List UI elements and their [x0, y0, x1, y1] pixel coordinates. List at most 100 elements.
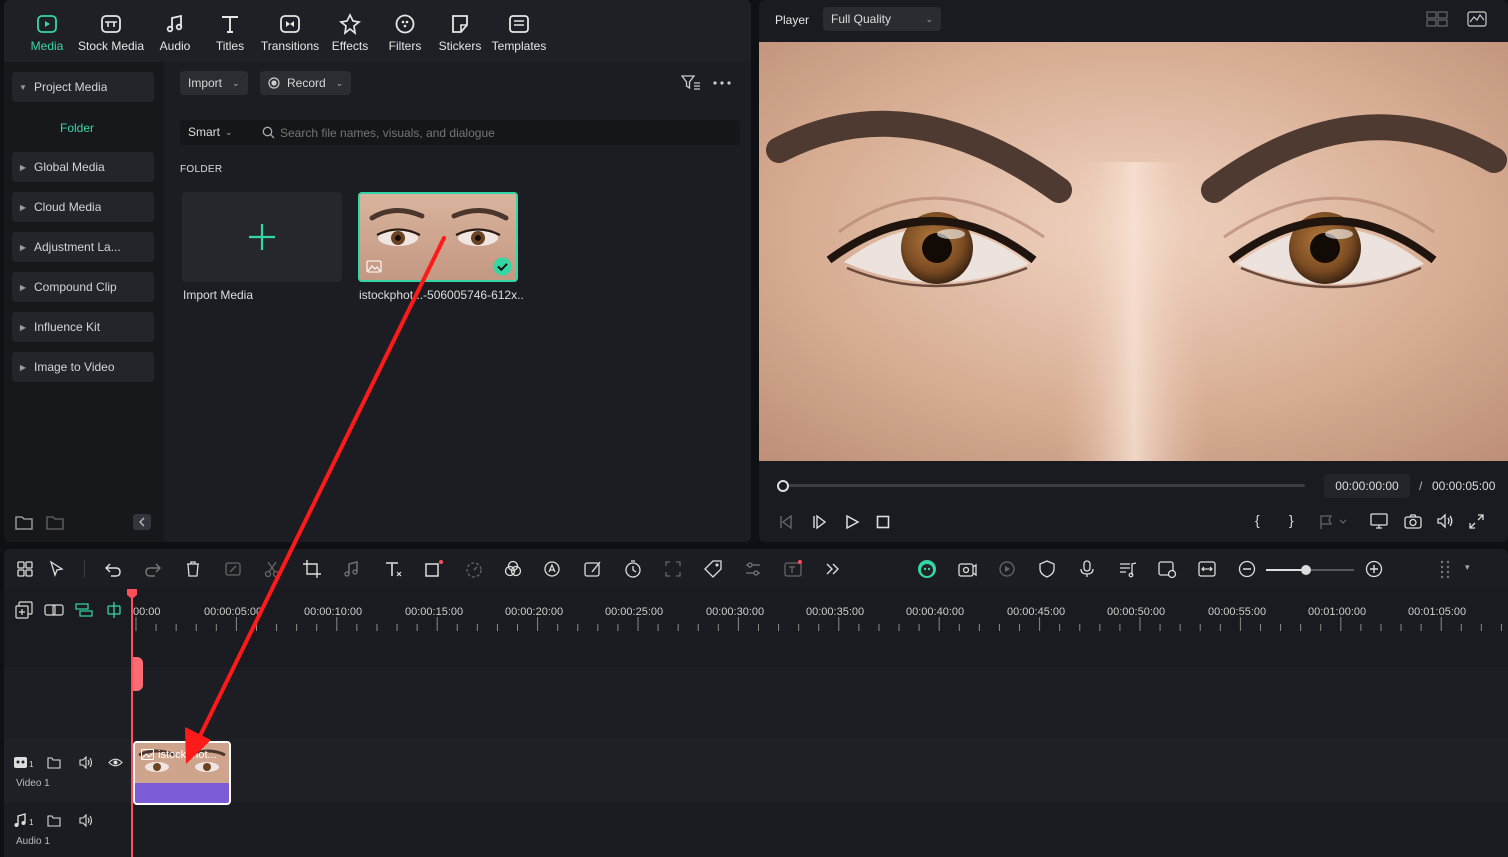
video-track-icon: 1 — [14, 757, 34, 769]
filters-icon — [395, 14, 415, 34]
caret-right-icon: ▶ — [19, 162, 27, 172]
sidebar-item-folder[interactable]: Folder — [60, 121, 94, 135]
ruler-label: 00:00:15:00 — [405, 606, 464, 618]
audio-track-name: Audio 1 — [16, 836, 50, 847]
sidebar-item-label: Compound Clip — [34, 280, 117, 294]
caret-right-icon: ▶ — [19, 322, 27, 332]
playback-scrubber[interactable] — [783, 484, 1305, 487]
playhead-drag-handle[interactable] — [133, 657, 143, 691]
playhead-line[interactable] — [131, 593, 133, 857]
tab-media[interactable]: Media — [12, 12, 82, 53]
next-frame-icon[interactable] — [811, 514, 827, 530]
record-label: Record — [287, 76, 326, 90]
import-media-label: Import Media — [183, 288, 254, 302]
track-volume-icon[interactable] — [79, 814, 94, 827]
empty-track-area — [4, 667, 1508, 739]
tab-label: Stickers — [438, 39, 482, 53]
sidebar-item-cloud-media[interactable]: ▶ Cloud Media — [12, 192, 154, 222]
timeline-panel: ▾ 00:00 00:00:05:00 00:00:10:00 00:00:15… — [4, 549, 1508, 857]
sidebar-item-label: Cloud Media — [34, 200, 102, 214]
import-media-card[interactable] — [182, 192, 342, 282]
ruler-label: 00:00:10:00 — [304, 606, 363, 618]
ruler-label: 00:01:00:00 — [1308, 606, 1367, 618]
caret-right-icon: ▶ — [19, 242, 27, 252]
tab-templates[interactable]: Templates — [484, 12, 554, 53]
music-note-icon — [166, 14, 183, 33]
quality-dropdown[interactable]: Full Quality ⌄ — [823, 7, 941, 31]
tab-stock-media[interactable]: Stock Media — [76, 12, 146, 53]
display-screen-icon[interactable] — [1370, 513, 1388, 530]
sidebar-item-influence-kit[interactable]: ▶ Influence Kit — [12, 312, 154, 342]
search-icon — [262, 126, 275, 139]
total-time: 00:00:05:00 — [1432, 479, 1496, 493]
ruler-label: 00:00:35:00 — [806, 606, 865, 618]
current-time-field[interactable]: 00:00:00:00 — [1324, 474, 1410, 498]
chevron-left-icon — [139, 517, 145, 527]
timeline-video-clip[interactable]: istockphot... — [133, 741, 231, 805]
track-volume-icon[interactable] — [79, 756, 94, 769]
playhead-marker-icon[interactable] — [127, 589, 137, 599]
more-options-icon[interactable] — [712, 78, 732, 88]
media-thumbnail-label: istockphot...-506005746-612x... — [359, 288, 523, 302]
media-sidebar: ▼ Project Media Folder ▶ Global Media ▶ … — [4, 62, 164, 542]
chevron-down-icon: ⌄ — [232, 77, 240, 88]
previous-frame-icon[interactable] — [778, 514, 794, 530]
eyes-preview-image — [759, 42, 1508, 461]
track-folder-icon[interactable] — [47, 814, 61, 827]
ruler-label: 00:00:20:00 — [505, 606, 564, 618]
templates-icon — [509, 15, 529, 33]
filter-sort-icon[interactable] — [681, 74, 701, 92]
camera-snapshot-icon[interactable] — [1404, 513, 1422, 529]
smart-search-dropdown[interactable]: Smart ⌄ — [188, 125, 233, 139]
mark-in-icon[interactable]: { — [1255, 512, 1260, 528]
sidebar-item-project-media[interactable]: ▼ Project Media — [12, 72, 154, 102]
chevron-down-icon: ⌄ — [335, 77, 344, 88]
audio-track-row — [4, 804, 1508, 857]
ruler-label: 00:00:55:00 — [1208, 606, 1267, 618]
sidebar-item-image-to-video[interactable]: ▶ Image to Video — [12, 352, 154, 382]
chevron-down-icon: ⌄ — [225, 126, 233, 137]
sidebar-item-label: Adjustment La... — [34, 240, 121, 254]
scrubber-handle[interactable] — [777, 480, 789, 492]
waveform-chart-icon[interactable] — [1467, 11, 1487, 27]
media-thumbnail[interactable] — [358, 192, 518, 282]
top-tab-bar: Media Stock Media Audio Titles Transitio… — [4, 0, 751, 62]
ruler-label: 00:00:05:00 — [204, 606, 263, 618]
tab-label: Effects — [331, 39, 369, 53]
stop-icon[interactable] — [876, 515, 890, 529]
ruler-label: 00:00:40:00 — [906, 606, 965, 618]
sidebar-item-global-media[interactable]: ▶ Global Media — [12, 152, 154, 182]
new-folder-icon[interactable] — [15, 514, 33, 530]
sidebar-item-label: Global Media — [34, 160, 105, 174]
timeline-ruler[interactable]: 00:00 00:00:05:00 00:00:10:00 00:00:15:0… — [4, 549, 1508, 629]
video-preview[interactable] — [759, 42, 1508, 461]
import-button[interactable]: Import ⌄ — [180, 71, 248, 95]
fullscreen-icon[interactable] — [1469, 514, 1484, 529]
sidebar-item-label: Project Media — [34, 80, 108, 94]
ruler-label: 00:00 — [133, 606, 161, 618]
grid-view-icon[interactable] — [1426, 11, 1448, 27]
checkmark-icon — [493, 257, 512, 276]
quality-label: Full Quality — [831, 12, 892, 26]
track-folder-icon[interactable] — [47, 756, 61, 769]
volume-icon[interactable] — [1436, 513, 1454, 529]
time-separator: / — [1419, 479, 1423, 493]
search-input[interactable] — [280, 123, 720, 142]
mark-out-icon[interactable]: } — [1289, 512, 1294, 528]
collapse-sidebar-button[interactable] — [133, 514, 151, 530]
marker-dropdown-icon[interactable] — [1319, 514, 1349, 530]
svg-text:1: 1 — [29, 760, 34, 769]
image-type-icon — [366, 260, 382, 273]
svg-text:1: 1 — [29, 818, 34, 827]
transitions-icon — [280, 15, 300, 33]
plus-icon — [249, 224, 275, 250]
folder-icon[interactable] — [46, 514, 64, 530]
search-bar: Smart ⌄ — [180, 120, 740, 145]
track-visibility-eye-icon[interactable] — [108, 757, 123, 768]
record-button[interactable]: Record ⌄ — [260, 71, 352, 95]
tab-label: Titles — [215, 39, 245, 53]
sidebar-item-adjustment-layer[interactable]: ▶ Adjustment La... — [12, 232, 154, 262]
video-track-name: Video 1 — [16, 778, 50, 789]
sidebar-item-compound-clip[interactable]: ▶ Compound Clip — [12, 272, 154, 302]
play-icon[interactable] — [844, 514, 860, 530]
